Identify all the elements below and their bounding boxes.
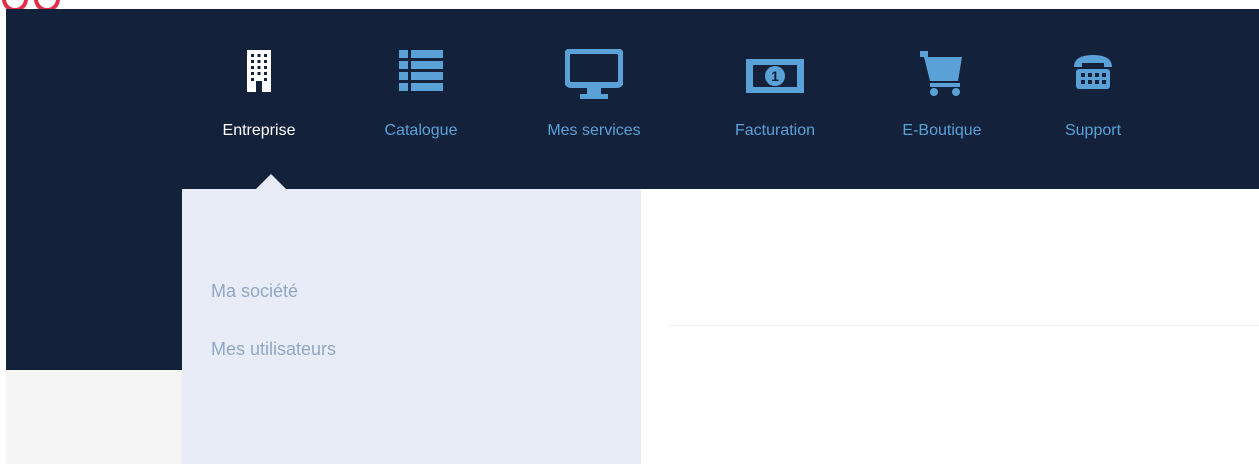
nav-item-catalogue[interactable]: Catalogue <box>365 9 477 189</box>
dropdown-caret <box>256 174 286 189</box>
nav-label-facturation: Facturation <box>734 122 816 139</box>
logo-fragment <box>0 0 62 9</box>
nav-label-mes-services: Mes services <box>547 122 641 139</box>
left-content-area <box>6 370 182 464</box>
svg-text:1: 1 <box>771 68 779 84</box>
dropdown-item-ma-societe[interactable]: Ma société <box>211 281 298 302</box>
nav-item-mes-services[interactable]: Mes services <box>522 9 666 189</box>
monitor-icon <box>564 48 624 106</box>
telephone-icon <box>1070 49 1116 96</box>
shopping-cart-icon <box>918 49 966 102</box>
nav-label-entreprise: Entreprise <box>222 122 296 139</box>
content-divider <box>668 325 1259 326</box>
dark-sidebar-panel <box>6 189 182 370</box>
building-icon <box>246 49 272 98</box>
list-icon <box>399 49 443 96</box>
left-edge <box>0 9 6 464</box>
nav-item-facturation[interactable]: 1 Facturation <box>713 9 837 189</box>
nav-item-e-boutique[interactable]: E-Boutique <box>882 9 1002 189</box>
banknote-icon: 1 <box>746 49 804 98</box>
nav-item-entreprise[interactable]: Entreprise <box>207 9 311 189</box>
nav-label-e-boutique: E-Boutique <box>902 122 982 139</box>
dropdown-item-mes-utilisateurs[interactable]: Mes utilisateurs <box>211 339 336 360</box>
nav-label-catalogue: Catalogue <box>384 122 458 139</box>
dropdown-menu-entreprise: Ma société Mes utilisateurs <box>182 189 641 464</box>
nav-item-support[interactable]: Support <box>1043 9 1143 189</box>
top-strip <box>0 0 1259 9</box>
nav-label-support: Support <box>1064 122 1122 139</box>
